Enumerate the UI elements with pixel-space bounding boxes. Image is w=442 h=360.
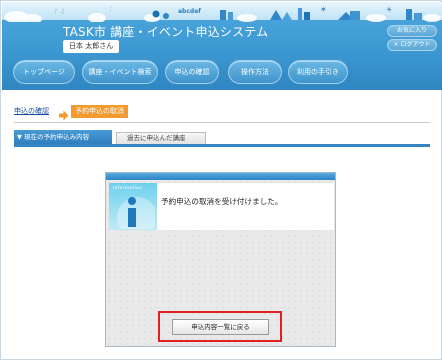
information-tile: Information <box>109 183 157 230</box>
favorites-link[interactable]: お気に入り <box>387 25 437 37</box>
svg-text:✶: ✶ <box>320 5 327 14</box>
svg-text:♪: ♪ <box>109 6 113 13</box>
tab-past-applications[interactable]: 過去に申込んだ講座 <box>116 132 206 144</box>
return-button-highlight: 申込内容一覧に戻る <box>158 311 282 342</box>
info-icon <box>115 191 157 230</box>
return-to-list-button[interactable]: 申込内容一覧に戻る <box>172 319 269 335</box>
deco-letters: abcdef <box>178 8 201 15</box>
nav-top-page[interactable]: トップページ <box>13 60 75 84</box>
nav-search[interactable]: 講座・イベント検索 <box>82 60 158 84</box>
logout-link[interactable]: × ログアウト <box>387 39 437 51</box>
browser-frame: ♪ ♫ ♪ abcdef ✶ ☀ TASK市 講座・イベント申込システム 日本 … <box>0 0 442 360</box>
breadcrumb-current: 予約申込の取消 <box>71 105 128 118</box>
app-title: TASK市 講座・イベント申込システム <box>63 25 269 39</box>
cancellation-message: 予約申込の取消を受け付けました。 <box>161 197 283 206</box>
site-header: ♪ ♫ ♪ abcdef ✶ ☀ TASK市 講座・イベント申込システム 日本 … <box>2 2 442 90</box>
tab-current-applications[interactable]: ▼ 現在の予約申込み内容 <box>14 130 112 144</box>
confirmation-panel: Information 予約申込の取消を受け付けました。 申込内容一覧に戻る <box>105 172 336 347</box>
nav-confirm-applications[interactable]: 申込の確認 <box>165 60 219 84</box>
user-name-badge: 日本 太郎さん <box>63 40 120 53</box>
svg-text:♪ ♫: ♪ ♫ <box>54 8 65 15</box>
divider <box>14 122 430 123</box>
tab-underline <box>14 144 430 147</box>
message-box: Information 予約申込の取消を受け付けました。 <box>109 183 334 230</box>
nav-user-guide[interactable]: 利用の手引き <box>288 60 348 84</box>
panel-topbar <box>106 173 335 180</box>
svg-text:☀: ☀ <box>386 6 392 14</box>
nav-how-to-use[interactable]: 操作方法 <box>228 60 282 84</box>
breadcrumb-link-confirm[interactable]: 申込の確認 <box>14 105 49 118</box>
arrow-right-icon <box>58 106 69 121</box>
